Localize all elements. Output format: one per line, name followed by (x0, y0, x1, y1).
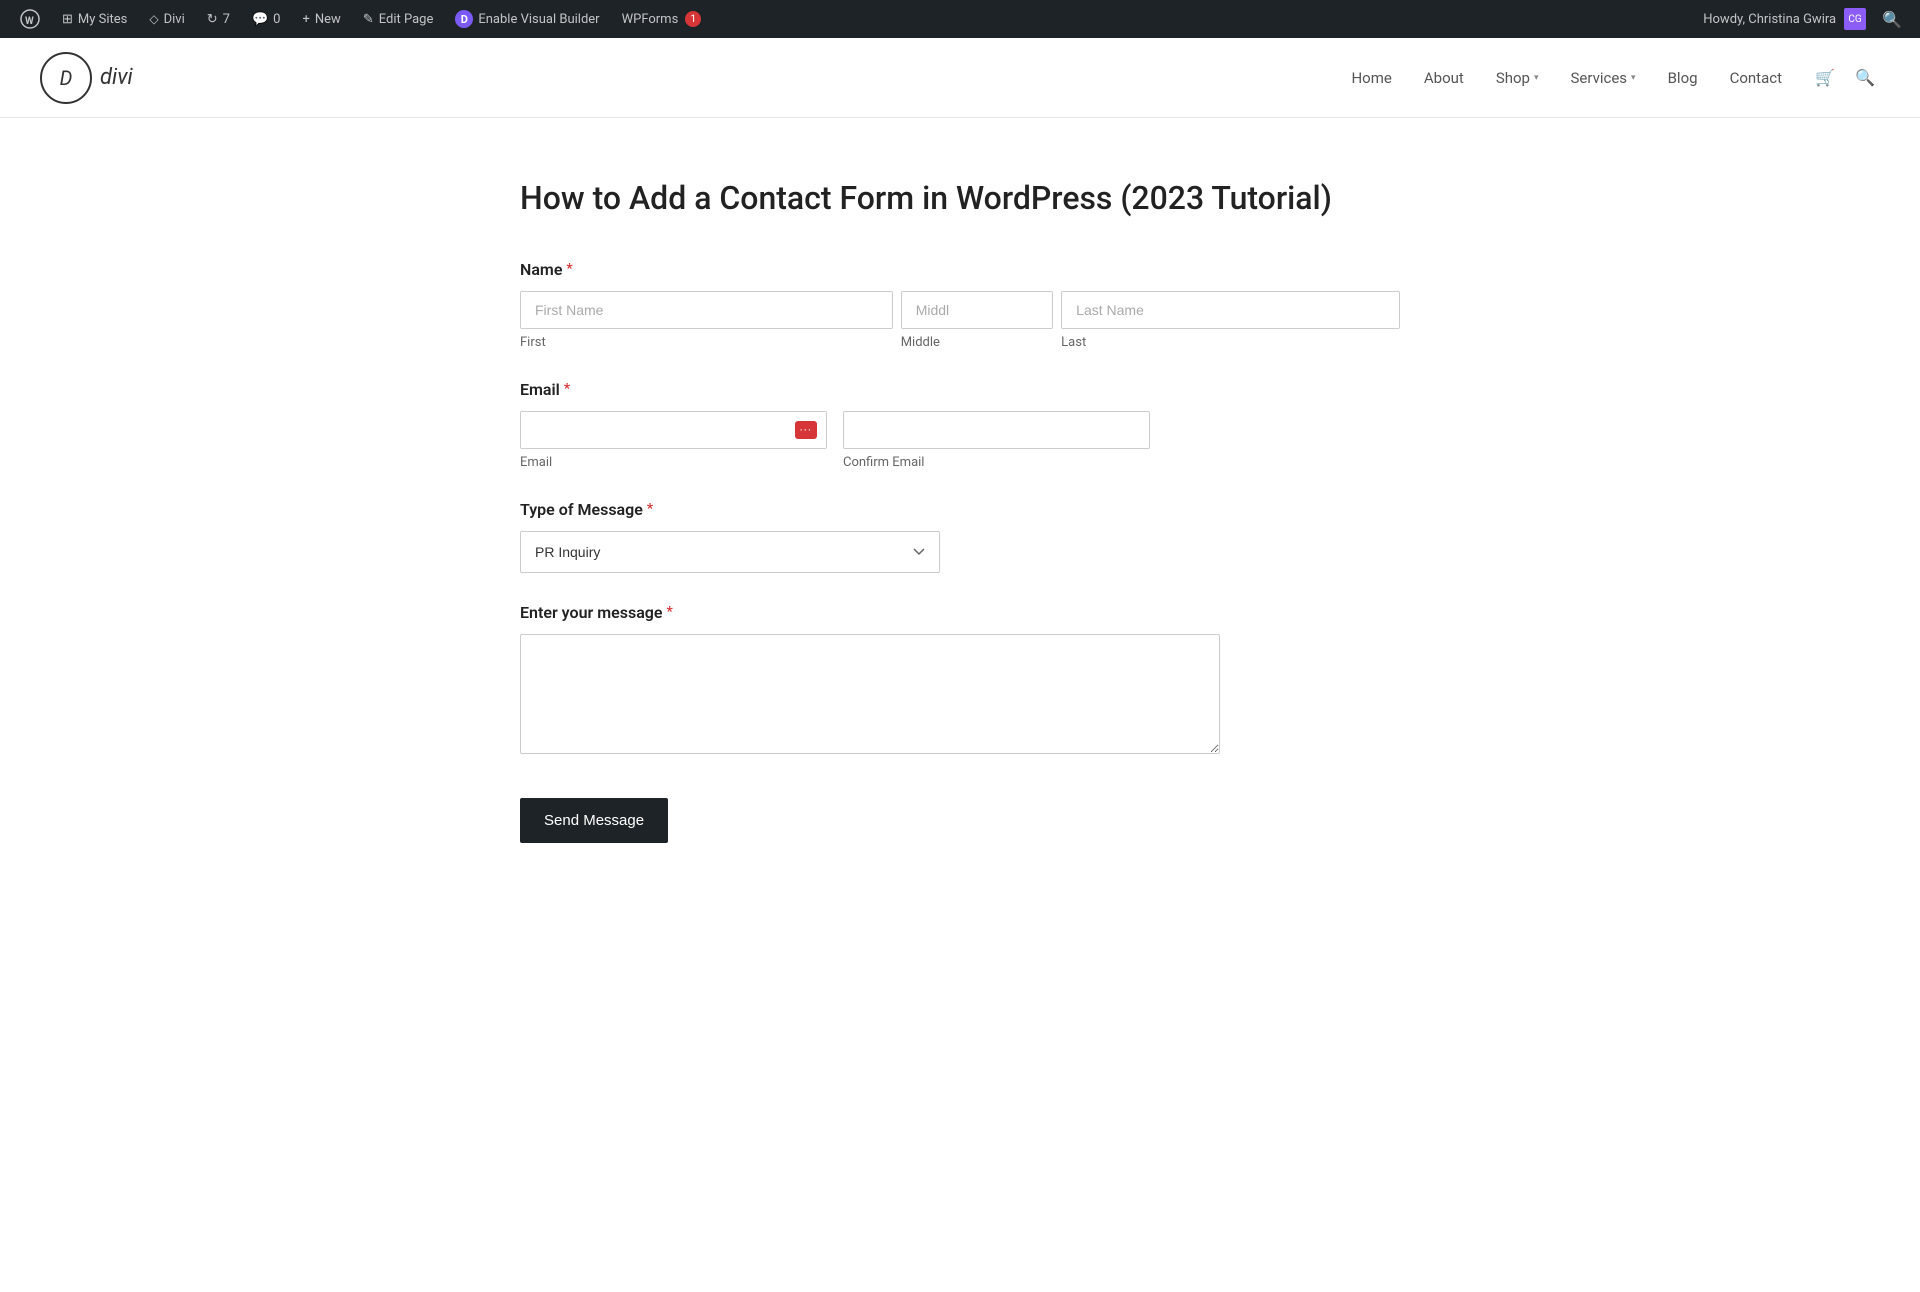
my-sites-button[interactable]: ⊞ My Sites (52, 0, 137, 38)
grid-icon: ⊞ (62, 12, 73, 27)
email-field-wrap: ··· Email (520, 411, 827, 470)
wpforms-label: WPForms (622, 12, 679, 27)
site-header: D divi Home About Shop ▾ Services ▾ Blog… (0, 38, 1920, 118)
nav-blog-label: Blog (1668, 69, 1698, 87)
enable-vb-button[interactable]: D Enable Visual Builder (445, 0, 609, 38)
email-field-group: Email * ··· Email Confirm Email (520, 380, 1400, 470)
updates-button[interactable]: ↻ 7 (197, 0, 240, 38)
logo-circle-icon: D (40, 52, 92, 104)
site-nav: Home About Shop ▾ Services ▾ Blog Contac… (1337, 61, 1880, 95)
nav-about-label: About (1424, 69, 1464, 87)
name-fields-row: First Middle Last (520, 291, 1400, 350)
email-fields-row: ··· Email Confirm Email (520, 411, 1150, 470)
nav-home-label: Home (1351, 69, 1391, 87)
wp-logo-button[interactable]: W (10, 0, 50, 38)
services-chevron-icon: ▾ (1631, 73, 1636, 83)
message-label: Enter your message * (520, 603, 1400, 622)
nav-icons: 🛒 🔍 (1810, 63, 1880, 93)
middle-name-input[interactable] (901, 291, 1053, 329)
type-required-star: * (647, 501, 653, 517)
wpforms-button[interactable]: WPForms 1 (612, 0, 712, 38)
divi-d-icon: D (455, 10, 473, 28)
confirm-email-field-wrap: Confirm Email (843, 411, 1150, 470)
message-textarea[interactable] (520, 634, 1220, 754)
nav-services[interactable]: Services ▾ (1557, 61, 1650, 95)
email-sub: Email (520, 455, 827, 470)
wpforms-badge: 1 (685, 11, 701, 27)
last-name-sub: Last (1061, 335, 1400, 350)
logo-letter: D (60, 66, 73, 90)
first-name-input[interactable] (520, 291, 893, 329)
email-required-star: * (564, 381, 570, 397)
new-label: New (315, 12, 341, 27)
last-name-wrap: Last (1061, 291, 1400, 350)
main-content: How to Add a Contact Form in WordPress (… (480, 118, 1440, 943)
user-avatar[interactable]: CG (1844, 8, 1866, 30)
admin-bar: W ⊞ My Sites ◇ Divi ↻ 7 💬 0 + New ✎ Edit… (0, 0, 1920, 38)
shop-chevron-icon: ▾ (1534, 73, 1539, 83)
admin-bar-left: W ⊞ My Sites ◇ Divi ↻ 7 💬 0 + New ✎ Edit… (10, 0, 1703, 38)
type-select[interactable]: PR Inquiry General Question Support Part… (520, 531, 940, 573)
email-dots-badge: ··· (795, 421, 817, 439)
admin-bar-right: Howdy, Christina Gwira CG 🔍 (1703, 8, 1910, 30)
cart-icon[interactable]: 🛒 (1810, 63, 1840, 93)
pencil-icon: ✎ (363, 12, 374, 27)
divi-nav-icon: ◇ (149, 12, 158, 26)
plus-icon: + (302, 12, 309, 27)
comments-button[interactable]: 💬 0 (242, 0, 291, 38)
nav-shop[interactable]: Shop ▾ (1482, 61, 1553, 95)
page-title: How to Add a Contact Form in WordPress (… (520, 178, 1400, 220)
email-input-container: ··· (520, 411, 827, 449)
new-button[interactable]: + New (292, 0, 350, 38)
type-field-group: Type of Message * PR Inquiry General Que… (520, 500, 1400, 573)
message-field-group: Enter your message * (520, 603, 1400, 758)
nav-about[interactable]: About (1410, 61, 1478, 95)
divi-label: Divi (164, 12, 185, 27)
wordpress-icon: W (20, 9, 40, 29)
svg-text:W: W (25, 16, 34, 27)
site-logo[interactable]: D divi (40, 52, 133, 104)
contact-form: Name * First Middle Last (520, 260, 1400, 843)
comments-count: 0 (273, 12, 280, 27)
type-label: Type of Message * (520, 500, 1400, 519)
edit-page-label: Edit Page (379, 12, 434, 27)
nav-blog[interactable]: Blog (1654, 61, 1712, 95)
logo-text: divi (100, 65, 133, 90)
name-required-star: * (566, 261, 572, 277)
howdy-text: Howdy, Christina Gwira (1703, 12, 1836, 27)
edit-page-button[interactable]: ✎ Edit Page (353, 0, 444, 38)
first-name-wrap: First (520, 291, 893, 350)
divi-button[interactable]: ◇ Divi (139, 0, 194, 38)
confirm-email-input[interactable] (843, 411, 1150, 449)
nav-contact[interactable]: Contact (1716, 61, 1796, 95)
enable-vb-label: Enable Visual Builder (478, 12, 599, 27)
nav-services-label: Services (1571, 69, 1628, 87)
last-name-input[interactable] (1061, 291, 1400, 329)
nav-contact-label: Contact (1730, 69, 1782, 87)
name-field-group: Name * First Middle Last (520, 260, 1400, 350)
updates-count: 7 (223, 12, 230, 27)
first-name-sub: First (520, 335, 893, 350)
updates-icon: ↻ (207, 12, 218, 27)
confirm-email-sub: Confirm Email (843, 455, 1150, 470)
my-sites-label: My Sites (78, 12, 127, 27)
nav-home[interactable]: Home (1337, 61, 1405, 95)
email-input[interactable] (520, 411, 827, 449)
comments-icon: 💬 (252, 12, 268, 27)
email-label: Email * (520, 380, 1400, 399)
middle-name-sub: Middle (901, 335, 1053, 350)
search-icon[interactable]: 🔍 (1874, 10, 1910, 29)
name-label: Name * (520, 260, 1400, 279)
message-required-star: * (667, 604, 673, 620)
submit-button[interactable]: Send Message (520, 798, 668, 843)
nav-search-icon[interactable]: 🔍 (1850, 63, 1880, 93)
nav-shop-label: Shop (1496, 69, 1530, 87)
middle-name-wrap: Middle (901, 291, 1053, 350)
